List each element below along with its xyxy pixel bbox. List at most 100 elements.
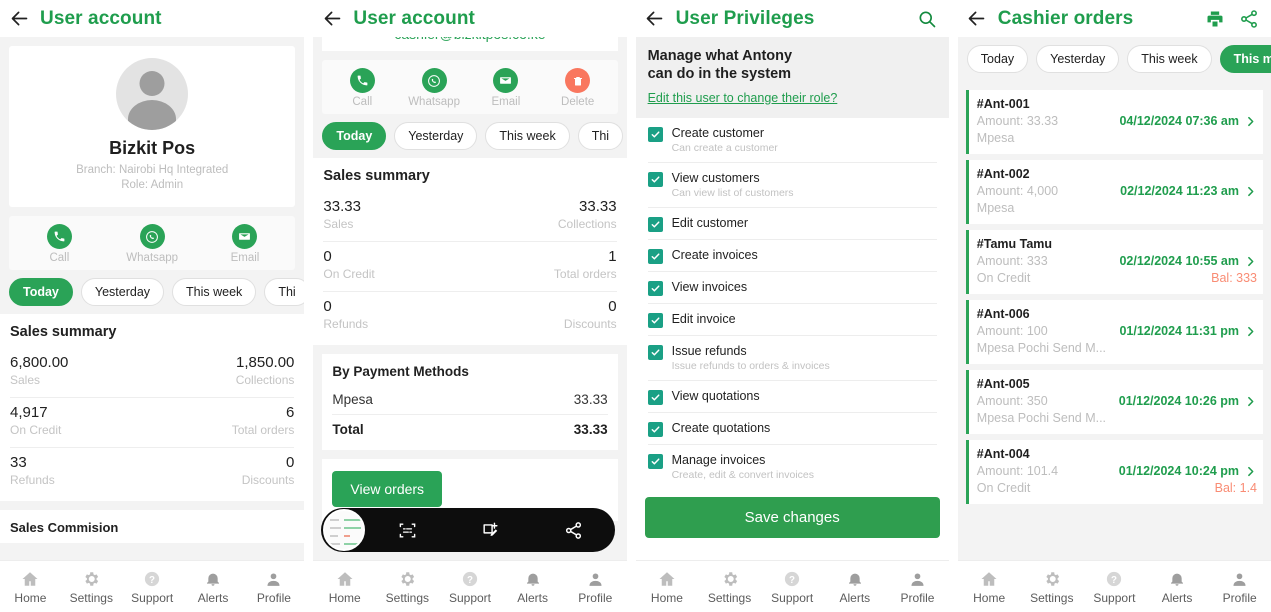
nav-alerts[interactable]: Alerts [501,569,564,605]
checkbox-checked-icon[interactable] [647,127,663,142]
nav-label: Alerts [1161,590,1193,605]
chip-yesterday[interactable]: Yesterday [394,122,478,150]
share-icon[interactable] [532,521,615,540]
nav-alerts[interactable]: Alerts [183,569,244,605]
back-arrow-icon[interactable] [966,8,988,30]
nav-profile[interactable]: Profile [244,569,305,605]
payment-heading: By Payment Methods [332,364,469,379]
privilege-item[interactable]: View invoices [647,272,937,304]
nav-alerts[interactable]: Alerts [824,569,887,605]
chip-yesterday[interactable]: Yesterday [1036,45,1120,73]
back-arrow-icon[interactable] [321,8,343,30]
nav-support[interactable]: ? Support [761,569,824,605]
checkbox-checked-icon[interactable] [647,390,663,405]
action-delete[interactable]: Delete [542,68,614,108]
summary-value: 6,800.00 [10,354,69,371]
chip-this-week[interactable]: This week [485,122,570,150]
privilege-desc: Create, edit & convert invoices [671,469,814,481]
payment-method: Total [332,422,364,437]
nav-home[interactable]: Home [313,569,376,605]
nav-support[interactable]: ? Support [439,569,502,605]
checkbox-checked-icon[interactable] [647,313,663,328]
nav-profile[interactable]: Profile [886,569,949,605]
summary-value: 33.33 [323,198,361,215]
chip-this-week[interactable]: This week [172,278,257,306]
order-row[interactable]: #Ant-002 Amount: 4,000 Mpesa 02/12/2024 … [965,160,1263,224]
phone-icon [46,224,72,249]
order-datetime: 04/12/2024 07:36 am [1119,114,1239,128]
order-row[interactable]: #Ant-005 Amount: 350 Mpesa Pochi Send M.… [965,370,1263,434]
printer-icon[interactable] [1203,7,1227,31]
order-row[interactable]: #Ant-001 Amount: 33.33 Mpesa 04/12/2024 … [965,90,1263,154]
chip-today[interactable]: Today [322,122,387,150]
orders-list: #Ant-001 Amount: 33.33 Mpesa 04/12/2024 … [958,90,1271,504]
search-icon[interactable] [915,7,939,31]
privilege-item[interactable]: Edit customer [647,208,937,240]
checkbox-checked-icon[interactable] [647,422,663,437]
edit-role-link[interactable]: Edit this user to change their role? [648,91,838,105]
save-changes-button[interactable]: Save changes [644,497,940,538]
nav-profile[interactable]: Profile [1208,569,1271,605]
chip-this-month[interactable]: Thi [577,122,624,150]
summary-row: 4,917 On Credit 6 Total orders [10,398,295,448]
chip-today[interactable]: Today [966,45,1029,73]
checkbox-checked-icon[interactable] [647,217,663,232]
order-row[interactable]: #Ant-004 Amount: 101.4 On Credit 01/12/2… [965,440,1263,504]
checkbox-checked-icon[interactable] [647,249,663,264]
summary-cell: 1,850.00 Collections [236,353,295,388]
screenshot-thumbnail[interactable] [323,509,366,551]
chip-this-week[interactable]: This week [1127,45,1212,73]
appbar: User Privileges [635,0,949,37]
user-branch: Branch: Nairobi Hq Integrated [76,164,229,176]
order-row[interactable]: #Tamu Tamu Amount: 333 On Credit 02/12/2… [965,230,1263,294]
clipped-contact-link[interactable]: cashier@bizkitpos.co.ke [322,37,618,51]
action-email[interactable]: Email [470,68,542,108]
nav-home[interactable]: Home [0,569,61,605]
appbar: User account [313,0,627,37]
view-orders-button[interactable]: View orders [332,471,443,507]
privilege-item[interactable]: Edit invoice [647,304,937,336]
action-call[interactable]: Call [326,68,398,108]
privilege-item[interactable]: Issue refunds Issue refunds to orders & i… [647,336,937,381]
nav-support[interactable]: ? Support [122,569,183,605]
checkbox-checked-icon[interactable] [647,454,663,469]
summary-value: 33.33 [579,198,617,215]
action-whatsapp[interactable]: Whatsapp [398,68,470,108]
checkbox-checked-icon[interactable] [647,281,663,296]
nav-home[interactable]: Home [958,569,1021,605]
nav-settings[interactable]: Settings [698,569,761,605]
back-arrow-icon[interactable] [644,8,666,30]
chip-this-month[interactable]: Thi [264,278,305,306]
privilege-item[interactable]: Create quotations [647,413,937,445]
privilege-item[interactable]: Create invoices [647,240,937,272]
summary-value: 4,917 [10,404,48,421]
privilege-item[interactable]: Manage invoices Create, edit & convert in… [647,445,937,489]
nav-support[interactable]: ? Support [1083,569,1146,605]
nav-alerts[interactable]: Alerts [1146,569,1209,605]
summary-label: Sales [323,217,354,231]
share-icon[interactable] [1237,7,1261,31]
chip-today[interactable]: Today [9,278,73,306]
nav-home[interactable]: Home [636,569,699,605]
privilege-item[interactable]: Create customer Can create a customer [647,118,937,163]
payment-row: Mpesa 33.33 [332,385,608,415]
nav-profile[interactable]: Profile [564,569,627,605]
action-email[interactable]: Email [199,224,292,264]
order-row[interactable]: #Ant-006 Amount: 100 Mpesa Pochi Send M.… [965,300,1263,364]
chip-yesterday[interactable]: Yesterday [80,278,165,306]
nav-settings[interactable]: Settings [376,569,439,605]
privilege-item[interactable]: View quotations [647,381,937,413]
chip-this-month[interactable]: This m [1219,45,1271,73]
summary-label: On Credit [10,423,62,437]
action-whatsapp[interactable]: Whatsapp [106,224,199,264]
back-arrow-icon[interactable] [8,8,30,30]
nav-settings[interactable]: Settings [61,569,122,605]
action-call[interactable]: Call [13,224,106,264]
nav-settings[interactable]: Settings [1020,569,1083,605]
checkbox-checked-icon[interactable] [647,345,663,360]
scroll-body: cashier@bizkitpos.co.ke Call Whatsapp [313,37,627,560]
privilege-item[interactable]: View customers Can view list of customers [647,163,937,208]
checkbox-checked-icon[interactable] [647,172,663,187]
markup-edit-icon[interactable] [449,521,532,540]
scan-text-icon[interactable] [365,521,448,540]
